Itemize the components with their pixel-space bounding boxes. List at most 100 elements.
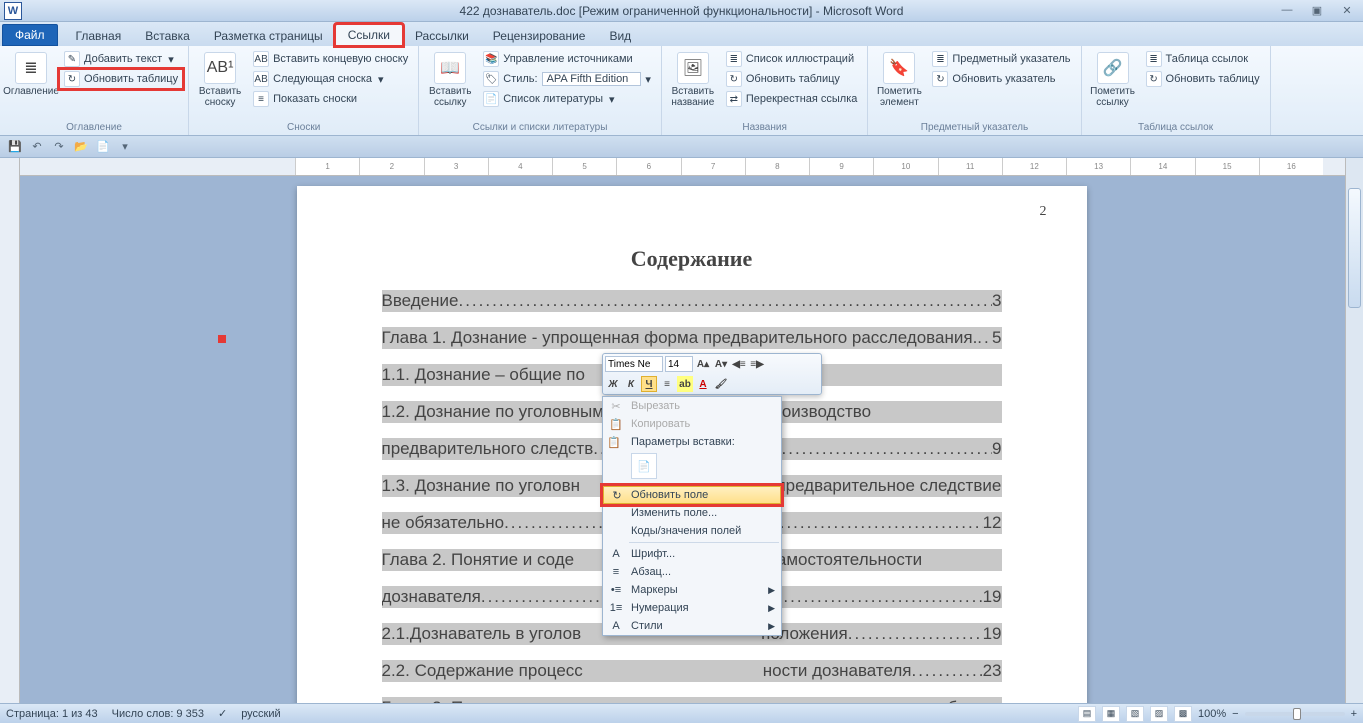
cm-update-field[interactable]: ↻Обновить поле: [603, 486, 781, 504]
cm-paste-options[interactable]: 📄: [603, 451, 781, 481]
undo-button[interactable]: ↶: [28, 138, 46, 156]
cm-copy: 📋Копировать: [603, 415, 781, 433]
cm-styles[interactable]: AСтили▶: [603, 617, 781, 635]
copy-icon: 📋: [607, 415, 625, 433]
view-outline-button[interactable]: ▨: [1150, 706, 1168, 722]
cm-paste-label: 📋Параметры вставки:: [603, 433, 781, 451]
tab-insert[interactable]: Вставка: [133, 26, 202, 46]
grow-font-button[interactable]: A▴: [695, 356, 711, 372]
redo-button[interactable]: ↷: [50, 138, 68, 156]
underline-button[interactable]: Ч: [641, 376, 657, 392]
vertical-scrollbar[interactable]: [1345, 158, 1363, 703]
tab-review[interactable]: Рецензирование: [481, 26, 598, 46]
cm-numbering[interactable]: 1≡Нумерация▶: [603, 599, 781, 617]
status-spell-icon[interactable]: ✓: [218, 707, 227, 720]
citation-icon: 📖: [434, 52, 466, 84]
cm-paragraph[interactable]: ≡Абзац...: [603, 563, 781, 581]
increase-indent-button[interactable]: ≡▶: [749, 356, 765, 372]
bib-icon: 📄: [483, 91, 499, 107]
next-footnote-button[interactable]: ABСледующая сноска▾: [249, 70, 412, 88]
mini-toolbar[interactable]: A▴ A▾ ◀≡ ≡▶ Ж К Ч ≡ ab A 🖌: [602, 353, 822, 395]
show-footnotes-button[interactable]: ≡Показать сноски: [249, 90, 412, 108]
toc-line[interactable]: Глава 1. Дознание - упрощенная форма пре…: [382, 327, 1002, 349]
toc-icon: ≣: [15, 52, 47, 84]
view-draft-button[interactable]: ▩: [1174, 706, 1192, 722]
cm-field-codes[interactable]: Коды/значения полей: [603, 522, 781, 540]
insert-footnote-button[interactable]: AB¹ Вставить сноску: [195, 48, 245, 120]
status-words[interactable]: Число слов: 9 353: [112, 708, 204, 720]
add-text-button[interactable]: ✎Добавить текст▾: [60, 50, 182, 68]
view-print-button[interactable]: ▤: [1078, 706, 1096, 722]
paste-keep-icon[interactable]: 📄: [631, 453, 657, 479]
mark-entry-button[interactable]: 🔖 Пометить элемент: [874, 48, 924, 120]
insert-endnote-button[interactable]: ABВставить концевую сноску: [249, 50, 412, 68]
format-painter-button[interactable]: 🖌: [713, 376, 729, 392]
status-bar: Страница: 1 из 43 Число слов: 9 353 ✓ ру…: [0, 703, 1363, 723]
zoom-in-button[interactable]: +: [1351, 708, 1357, 720]
highlight-button[interactable]: ab: [677, 376, 693, 392]
font-name-input[interactable]: [605, 356, 663, 372]
tab-mailings[interactable]: Рассылки: [403, 26, 481, 46]
cm-bullets[interactable]: •≡Маркеры▶: [603, 581, 781, 599]
restore-button[interactable]: ▣: [1305, 4, 1329, 17]
new-button[interactable]: 📄: [94, 138, 112, 156]
qat-more[interactable]: ▾: [116, 138, 134, 156]
status-language[interactable]: русский: [241, 708, 280, 720]
index-icon: ≣: [932, 51, 948, 67]
shrink-font-button[interactable]: A▾: [713, 356, 729, 372]
show-notes-icon: ≡: [253, 91, 269, 107]
group-captions: 🖼 Вставить название ≣Список иллюстраций …: [662, 46, 869, 135]
tab-file[interactable]: Файл: [2, 24, 58, 46]
status-page[interactable]: Страница: 1 из 43: [6, 708, 98, 720]
close-button[interactable]: ✕: [1335, 4, 1359, 17]
update-figlist-button[interactable]: ↻Обновить таблицу: [722, 70, 862, 88]
citation-style[interactable]: 🏷Стиль: APA Fifth Edition▾: [479, 70, 655, 88]
figures-list-button[interactable]: ≣Список иллюстраций: [722, 50, 862, 68]
italic-button[interactable]: К: [623, 376, 639, 392]
paste-icon: 📋: [607, 436, 621, 449]
decrease-indent-button[interactable]: ◀≡: [731, 356, 747, 372]
ribbon-tabs: Файл Главная Вставка Разметка страницы С…: [0, 22, 1363, 46]
horizontal-ruler: 12345678910111213141516: [20, 158, 1363, 176]
update-index-button[interactable]: ↻Обновить указатель: [928, 70, 1074, 88]
tab-layout[interactable]: Разметка страницы: [202, 26, 335, 46]
insert-toa-button[interactable]: ≣Таблица ссылок: [1142, 50, 1264, 68]
word-icon: W: [4, 2, 22, 20]
font-size-input[interactable]: [665, 356, 693, 372]
insert-caption-button[interactable]: 🖼 Вставить название: [668, 48, 718, 120]
minimize-button[interactable]: —: [1275, 4, 1299, 17]
scroll-thumb[interactable]: [1348, 188, 1361, 308]
view-web-button[interactable]: ▧: [1126, 706, 1144, 722]
align-center-button[interactable]: ≡: [659, 376, 675, 392]
add-text-icon: ✎: [64, 51, 80, 67]
update-toa-button[interactable]: ↻Обновить таблицу: [1142, 70, 1264, 88]
numbering-icon: 1≡: [607, 599, 625, 617]
save-button[interactable]: 💾: [6, 138, 24, 156]
open-button[interactable]: 📂: [72, 138, 90, 156]
font-color-button[interactable]: A: [695, 376, 711, 392]
mark-icon: 🔖: [883, 52, 915, 84]
tab-references[interactable]: Ссылки: [335, 24, 403, 46]
tab-view[interactable]: Вид: [597, 26, 643, 46]
cross-ref-button[interactable]: ⇄Перекрестная ссылка: [722, 90, 862, 108]
zoom-level[interactable]: 100%: [1198, 708, 1226, 720]
update-toc-button[interactable]: ↻Обновить таблицу: [60, 70, 182, 88]
insert-index-button[interactable]: ≣Предметный указатель: [928, 50, 1074, 68]
bold-button[interactable]: Ж: [605, 376, 621, 392]
red-marker: [218, 335, 226, 343]
tab-home[interactable]: Главная: [64, 26, 134, 46]
insert-citation-button[interactable]: 📖 Вставить ссылку: [425, 48, 475, 120]
window-title: 422 дознаватель.doc [Режим ограниченной …: [460, 4, 904, 18]
toc-button[interactable]: ≣ Оглавление: [6, 48, 56, 120]
zoom-out-button[interactable]: −: [1232, 708, 1238, 720]
zoom-slider[interactable]: [1245, 712, 1345, 716]
cm-font[interactable]: AШрифт...: [603, 545, 781, 563]
bibliography-button[interactable]: 📄Список литературы▾: [479, 90, 655, 108]
view-read-button[interactable]: ▦: [1102, 706, 1120, 722]
toc-line[interactable]: Введение................................…: [382, 290, 1002, 312]
toc-line[interactable]: 2.2. Содержание процессности дознавателя…: [382, 660, 1002, 682]
mark-citation-button[interactable]: 🔗 Пометить ссылку: [1088, 48, 1138, 120]
manage-sources-button[interactable]: 📚Управление источниками: [479, 50, 655, 68]
cm-edit-field[interactable]: Изменить поле...: [603, 504, 781, 522]
zoom-thumb[interactable]: [1293, 708, 1301, 720]
